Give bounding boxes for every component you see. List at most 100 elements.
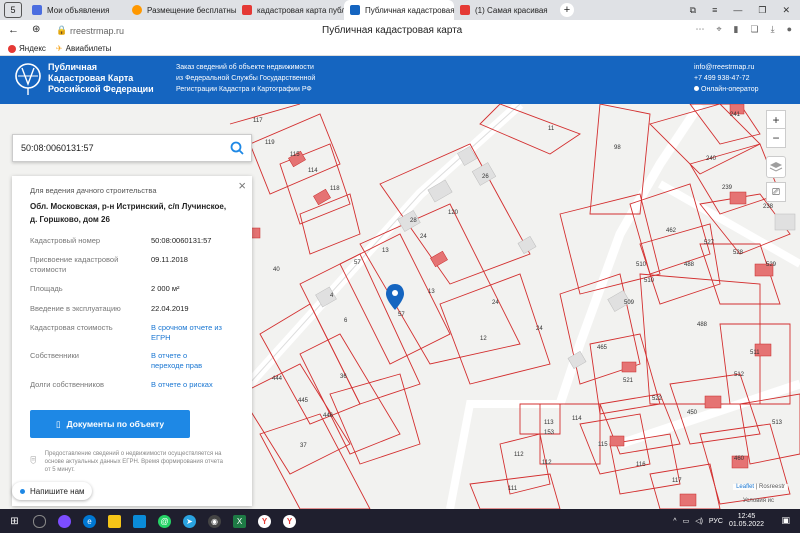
yandex-icon <box>8 44 16 53</box>
egrn-icon <box>30 456 36 465</box>
selected-parcel-marker[interactable] <box>386 284 404 310</box>
header-info: Заказ сведений об объекте недвижимости и… <box>176 62 315 95</box>
email-link[interactable]: info@rreestrmap.ru <box>694 62 759 73</box>
parcel-number-label: 450 <box>687 410 698 416</box>
language-indicator[interactable]: РУС <box>709 518 723 525</box>
document-icon: ▯ <box>55 418 61 429</box>
close-window-icon[interactable]: ✕ <box>782 5 790 16</box>
documents-button[interactable]: ▯ Документы по объекту <box>30 410 190 438</box>
terms-link[interactable]: Условия ис <box>743 498 774 504</box>
tab-label: Мои объявления <box>47 5 110 15</box>
bookmark-avia[interactable]: ✈ Авиабилеты <box>56 44 112 53</box>
site-logo-icon[interactable] <box>14 62 42 96</box>
volume-icon[interactable]: ◁) <box>695 517 703 525</box>
row-label: Площадь <box>30 284 63 293</box>
alice-icon[interactable] <box>58 514 71 528</box>
search-input-value[interactable]: 50:08:0060131:57 <box>21 143 94 153</box>
eye-icon[interactable]: ◉ <box>208 514 221 528</box>
header-contacts: info@rreestrmap.ru +7 499 938-47-72 Онла… <box>694 62 759 95</box>
clock[interactable]: 12:45 01.05.2022 <box>729 513 764 529</box>
start-icon[interactable]: ⊞ <box>8 515 21 528</box>
yandex-protect-icon[interactable]: ⊛ <box>32 24 40 35</box>
parcel-purpose: Для ведения дачного строительства <box>30 186 157 195</box>
parcel-number-label: 28 <box>410 218 417 224</box>
lock-icon: 🔒 <box>56 25 68 35</box>
parcel-number-label: 36 <box>340 374 347 380</box>
parcel-number-label: 112 <box>542 460 552 466</box>
copy-icon[interactable]: ⧉ <box>690 5 696 16</box>
parcel-number-label: 241 <box>730 112 741 118</box>
parcel-number-label: 13 <box>428 289 435 295</box>
downloads-icon[interactable]: ⤓ <box>771 24 775 35</box>
site-brand[interactable]: Публичная Кадастровая Карта Российской Ф… <box>48 62 154 95</box>
tab-youtube[interactable]: (1) Самая красивая <box>454 0 554 20</box>
measure-button[interactable]: ⎚ <box>766 182 786 202</box>
url-text[interactable]: rreestrmap.ru <box>70 26 124 36</box>
parcel-number-label: 12 <box>480 336 487 342</box>
parcel-number-label: 528 <box>733 250 744 256</box>
row-label: Кадастровая стоимость <box>30 323 113 332</box>
risk-report-link[interactable]: В отчете о рисках <box>151 380 213 390</box>
leaflet-link[interactable]: Leaflet <box>736 484 754 490</box>
yandex-browser-2-icon[interactable]: Y <box>283 514 296 528</box>
network-icon[interactable]: ▭ <box>683 517 690 525</box>
parcel-number-label: 527 <box>704 240 715 246</box>
extensions-icon[interactable]: ❏ <box>751 24 759 35</box>
bookmark-yandex[interactable]: Яндекс <box>8 44 46 53</box>
back-icon[interactable]: ← <box>8 24 19 36</box>
address-actions: ⋯ ⌖ ▮ ❏ ⤓ ● <box>695 24 792 35</box>
account-icon[interactable]: ● <box>787 24 792 35</box>
chat-button[interactable]: Напишите нам <box>12 482 92 500</box>
bookmark-icon[interactable]: ▮ <box>734 24 739 35</box>
mail-icon[interactable] <box>133 514 146 528</box>
yandex-browser-icon[interactable]: Y <box>258 514 271 528</box>
cadastral-search-input[interactable]: 50:08:0060131:57 <box>12 134 252 162</box>
zoom-out-button[interactable]: − <box>766 128 786 148</box>
favicon-icon <box>132 5 142 15</box>
urgent-report-link[interactable]: В срочном отчете из ЕГРН <box>151 323 231 343</box>
ruler-icon: ⎚ <box>772 186 780 198</box>
restore-icon[interactable]: ❐ <box>758 5 766 16</box>
tab-cadastral-search[interactable]: кадастровая карта публи <box>236 0 344 20</box>
telegram-icon[interactable]: ➤ <box>183 514 196 528</box>
favicon-icon <box>350 5 360 15</box>
favicon-icon <box>242 5 252 15</box>
plane-icon: ✈ <box>55 44 63 53</box>
site-header: Публичная Кадастровая Карта Российской Ф… <box>0 56 800 104</box>
close-icon[interactable]: × <box>238 178 246 193</box>
parcel-number-label: 98 <box>614 145 621 151</box>
parcel-number-label: 117 <box>253 118 263 124</box>
favicon-icon <box>32 5 42 15</box>
layers-button[interactable] <box>766 156 786 178</box>
zoom-in-button[interactable]: + <box>766 110 786 130</box>
parcel-number-label: 239 <box>722 185 733 191</box>
whatsapp-icon[interactable]: @ <box>158 514 171 528</box>
map-attribution: Leaflet | Rosreestr <box>733 484 788 490</box>
ownership-report-link[interactable]: В отчете о переходе прав <box>151 351 221 371</box>
edge-icon[interactable]: e <box>83 514 96 528</box>
parcel-number-label: 6 <box>344 318 348 324</box>
search-taskbar-icon[interactable] <box>33 514 46 528</box>
minimize-icon[interactable]: — <box>733 5 742 15</box>
phone-link[interactable]: +7 499 938-47-72 <box>694 73 759 84</box>
location-icon[interactable]: ⌖ <box>716 24 721 35</box>
page-title: Публичная кадастровая карта <box>322 25 463 36</box>
menu-icon[interactable]: ≡ <box>712 5 717 15</box>
online-operator-link[interactable]: Онлайн-оператор <box>694 84 759 95</box>
tab-public-cadastral-map[interactable]: Публичная кадастровая ✕ <box>344 0 454 20</box>
tab-my-ads[interactable]: Мои объявления <box>26 0 126 20</box>
tab-free-placement[interactable]: Размещение бесплатных <box>126 0 236 20</box>
explorer-icon[interactable] <box>108 514 121 528</box>
parcel-number-label: 116 <box>636 462 646 468</box>
more-icon[interactable]: ⋯ <box>695 24 704 35</box>
tab-manager-icon[interactable]: 5 <box>4 2 22 18</box>
excel-icon[interactable]: X <box>233 514 246 528</box>
parcel-number-label: 445 <box>298 398 309 404</box>
search-icon[interactable] <box>229 140 245 156</box>
tab-label: Размещение бесплатных <box>147 5 236 15</box>
new-tab-button[interactable]: + <box>560 3 574 17</box>
notifications-icon[interactable]: ▣ <box>781 515 790 526</box>
favicon-icon <box>460 5 470 15</box>
system-tray: ^ ▭ ◁) РУС 12:45 01.05.2022 <box>673 513 764 529</box>
tray-arrow-icon[interactable]: ^ <box>673 518 676 525</box>
